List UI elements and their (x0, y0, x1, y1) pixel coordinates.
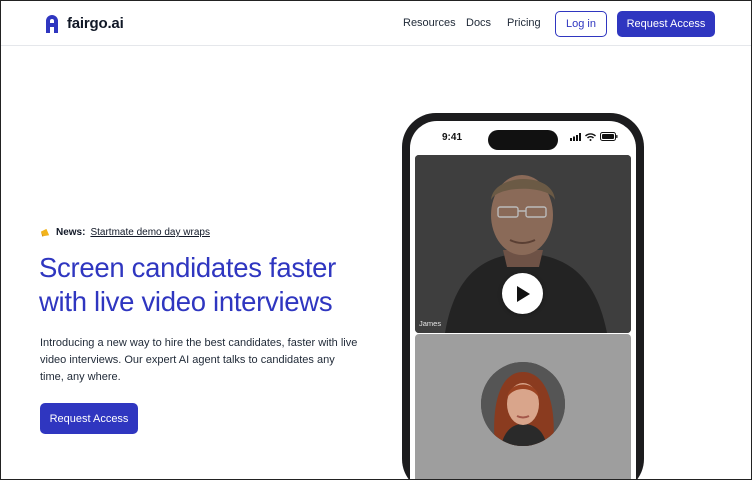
play-icon (516, 285, 530, 302)
hero-headline: Screen candidates faster with live video… (39, 252, 337, 317)
ai-agent-video (415, 334, 631, 479)
battery-icon (600, 132, 618, 141)
nav-pricing[interactable]: Pricing (507, 17, 541, 29)
header-request-access-button[interactable]: Request Access (617, 11, 715, 37)
login-button[interactable]: Log in (555, 11, 607, 37)
participant-name: James (419, 319, 442, 328)
wifi-icon (585, 132, 596, 141)
signal-icon (570, 132, 581, 141)
news-banner: News: Startmate demo day wraps (40, 227, 210, 238)
phone-mockup: 9:41 James (402, 113, 644, 479)
ai-agent-avatar (481, 362, 565, 446)
page: fairgo.ai Resources Docs Pricing Log in … (0, 0, 752, 480)
ai-agent-portrait (481, 362, 565, 446)
status-time: 9:41 (442, 132, 463, 143)
news-label: News: (56, 227, 86, 238)
site-header: fairgo.ai Resources Docs Pricing Log in … (1, 1, 751, 46)
phone-screen: 9:41 James (410, 121, 636, 479)
hero-request-access-button[interactable]: Request Access (40, 403, 138, 434)
play-button[interactable] (502, 273, 543, 314)
nav-docs[interactable]: Docs (466, 17, 491, 29)
megaphone-icon (40, 228, 50, 237)
news-link[interactable]: Startmate demo day wraps (90, 227, 210, 238)
nav-resources[interactable]: Resources (403, 17, 456, 29)
hero-subtext: Introducing a new way to hire the best c… (40, 337, 358, 383)
dynamic-island (488, 130, 558, 150)
status-icons (570, 132, 618, 141)
